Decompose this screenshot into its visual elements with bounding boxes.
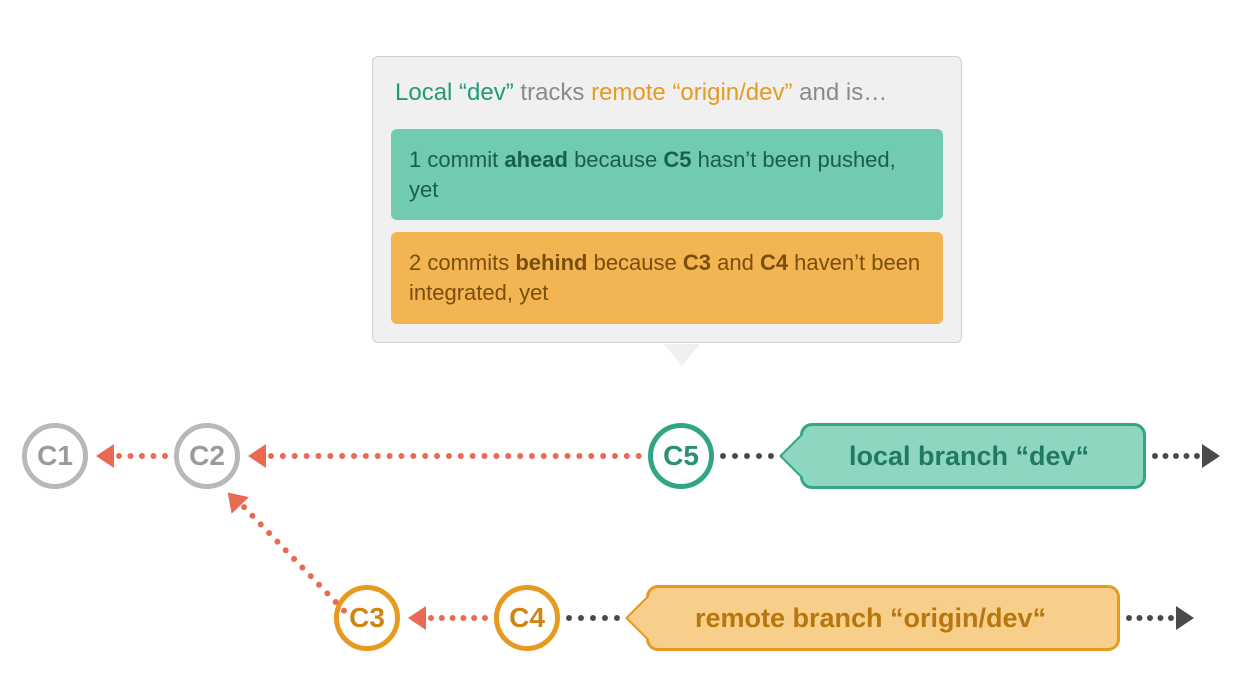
arrow-c2-to-c1 [96, 444, 114, 468]
branch-chip-remote: remote branch “origin/dev“ [646, 585, 1120, 651]
ahead-mid: because [568, 147, 663, 172]
dots-c4-to-chip [566, 615, 620, 621]
commit-node-c5: C5 [648, 423, 714, 489]
arrow-local-future [1202, 444, 1220, 468]
behind-mid1: because [587, 250, 682, 275]
ahead-prefix: 1 commit [409, 147, 504, 172]
dots-c3-to-c2 [240, 503, 349, 615]
ahead-commit: C5 [663, 147, 691, 172]
ahead-pill: 1 commit ahead because C5 hasn’t been pu… [391, 129, 943, 220]
title-local: Local “dev” [395, 79, 514, 106]
behind-word: behind [515, 250, 587, 275]
callout-tail [664, 344, 700, 366]
commit-node-c4: C4 [494, 585, 560, 651]
diagram-stage: Local “dev” tracks remote “origin/dev” a… [0, 0, 1240, 694]
arrow-remote-future [1176, 606, 1194, 630]
behind-and: and [711, 250, 760, 275]
arrow-c4-to-c3 [408, 606, 426, 630]
behind-pill: 2 commits behind because C3 and C4 haven… [391, 232, 943, 323]
dots-c5-to-c2 [268, 453, 642, 459]
title-remote: remote “origin/dev” [591, 79, 792, 106]
tracking-callout: Local “dev” tracks remote “origin/dev” a… [372, 56, 962, 343]
dots-c2-to-c1 [116, 453, 168, 459]
branch-chip-local: local branch “dev“ [800, 423, 1146, 489]
behind-prefix: 2 commits [409, 250, 515, 275]
dots-remote-future [1126, 615, 1174, 621]
dots-c5-to-chip [720, 453, 774, 459]
callout-title: Local “dev” tracks remote “origin/dev” a… [395, 79, 939, 107]
behind-c3: C3 [683, 250, 711, 275]
dots-local-future [1152, 453, 1200, 459]
ahead-word: ahead [504, 147, 568, 172]
title-tracks: tracks [514, 79, 591, 106]
arrow-c5-to-c2 [248, 444, 266, 468]
branch-label-local: local branch “dev“ [849, 441, 1089, 472]
behind-c4: C4 [760, 250, 788, 275]
commit-node-c2: C2 [174, 423, 240, 489]
title-tail: and is… [793, 79, 888, 106]
dots-c4-to-c3 [428, 615, 488, 621]
commit-node-c1: C1 [22, 423, 88, 489]
commit-node-c3: C3 [334, 585, 400, 651]
branch-label-remote: remote branch “origin/dev“ [695, 603, 1046, 634]
